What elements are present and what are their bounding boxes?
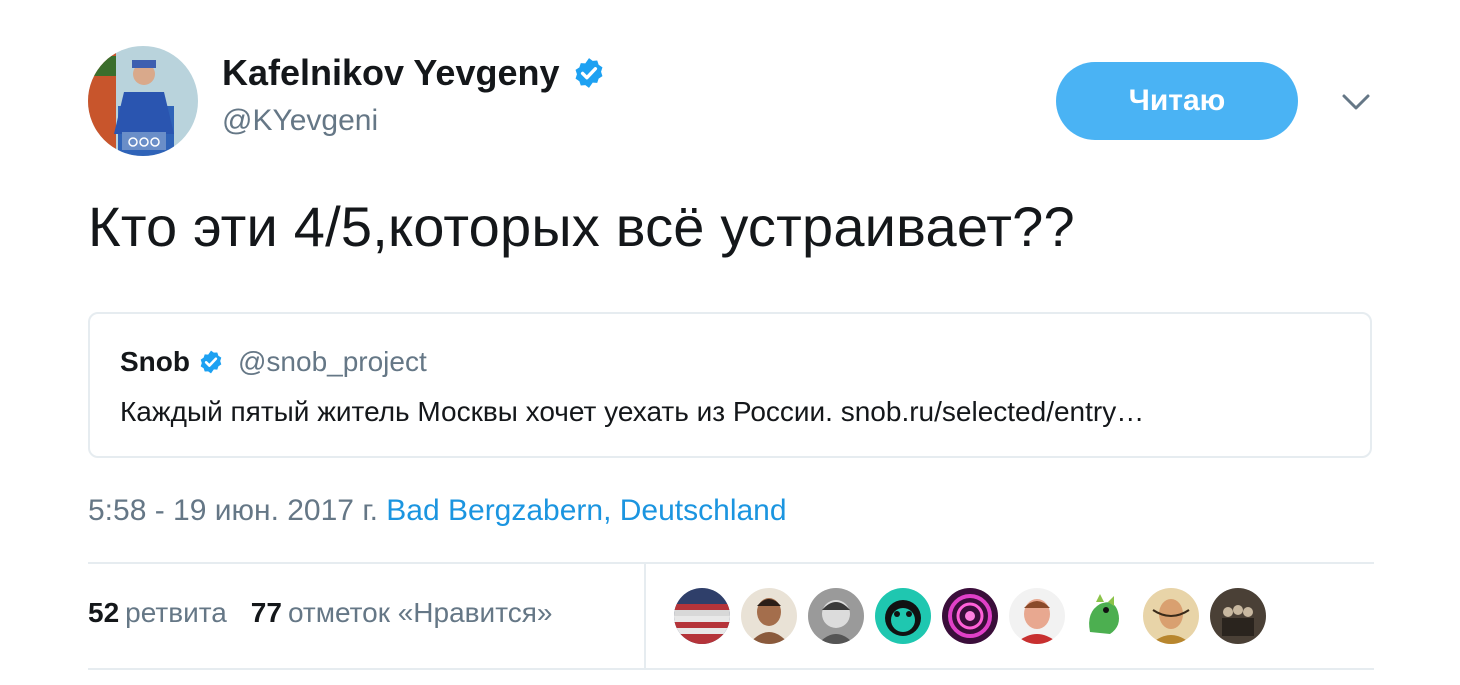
liker-avatar[interactable]	[1143, 588, 1199, 644]
retweets-count: 52	[88, 597, 120, 628]
following-button[interactable]: Читаю	[1056, 62, 1298, 140]
quoted-tweet-text: Каждый пятый житель Москвы хочет уехать …	[120, 396, 1145, 427]
likes-count: 77	[250, 597, 282, 628]
tweet-text: Кто эти 4/5,которых всё устраивает??	[88, 195, 1075, 258]
divider	[88, 668, 1374, 670]
author-handle[interactable]: @KYevgeni	[222, 104, 378, 138]
tweet-location-link[interactable]: Bad Bergzabern, Deutschland	[386, 494, 786, 527]
liker-avatar[interactable]	[808, 588, 864, 644]
likers-avatars	[674, 588, 1266, 644]
tweet-stats: 52 ретвита 77 отметок «Нравится»	[88, 597, 552, 629]
author-name: Kafelnikov Yevgeny	[222, 52, 560, 93]
likes-stat[interactable]: 77 отметок «Нравится»	[251, 597, 553, 629]
liker-avatar[interactable]	[1076, 588, 1132, 644]
divider	[88, 562, 1374, 564]
liker-avatar[interactable]	[741, 588, 797, 644]
liker-avatar[interactable]	[875, 588, 931, 644]
quoted-tweet[interactable]: Snob @snob_project Каждый пятый житель М…	[88, 312, 1372, 458]
liker-avatar[interactable]	[1210, 588, 1266, 644]
tweet-timestamp[interactable]: 5:58 - 19 июн. 2017 г.	[88, 494, 378, 527]
liker-avatar[interactable]	[1009, 588, 1065, 644]
chevron-down-icon[interactable]	[1338, 90, 1374, 114]
likes-label: отметок «Нравится»	[287, 597, 553, 628]
retweets-stat[interactable]: 52 ретвита	[88, 597, 227, 629]
verified-badge-icon	[198, 349, 224, 375]
verified-badge-icon	[572, 56, 606, 90]
quoted-tweet-header: Snob @snob_project	[120, 346, 427, 378]
author-name-row[interactable]: Kafelnikov Yevgeny	[222, 52, 606, 94]
author-avatar[interactable]	[88, 46, 198, 156]
retweets-label: ретвита	[125, 597, 227, 628]
tweet-meta: 5:58 - 19 июн. 2017 г. Bad Bergzabern, D…	[88, 494, 787, 528]
liker-avatar[interactable]	[674, 588, 730, 644]
quoted-author-handle: @snob_project	[238, 346, 427, 377]
quoted-author-name: Snob	[120, 346, 190, 377]
liker-avatar[interactable]	[942, 588, 998, 644]
divider	[644, 564, 646, 668]
